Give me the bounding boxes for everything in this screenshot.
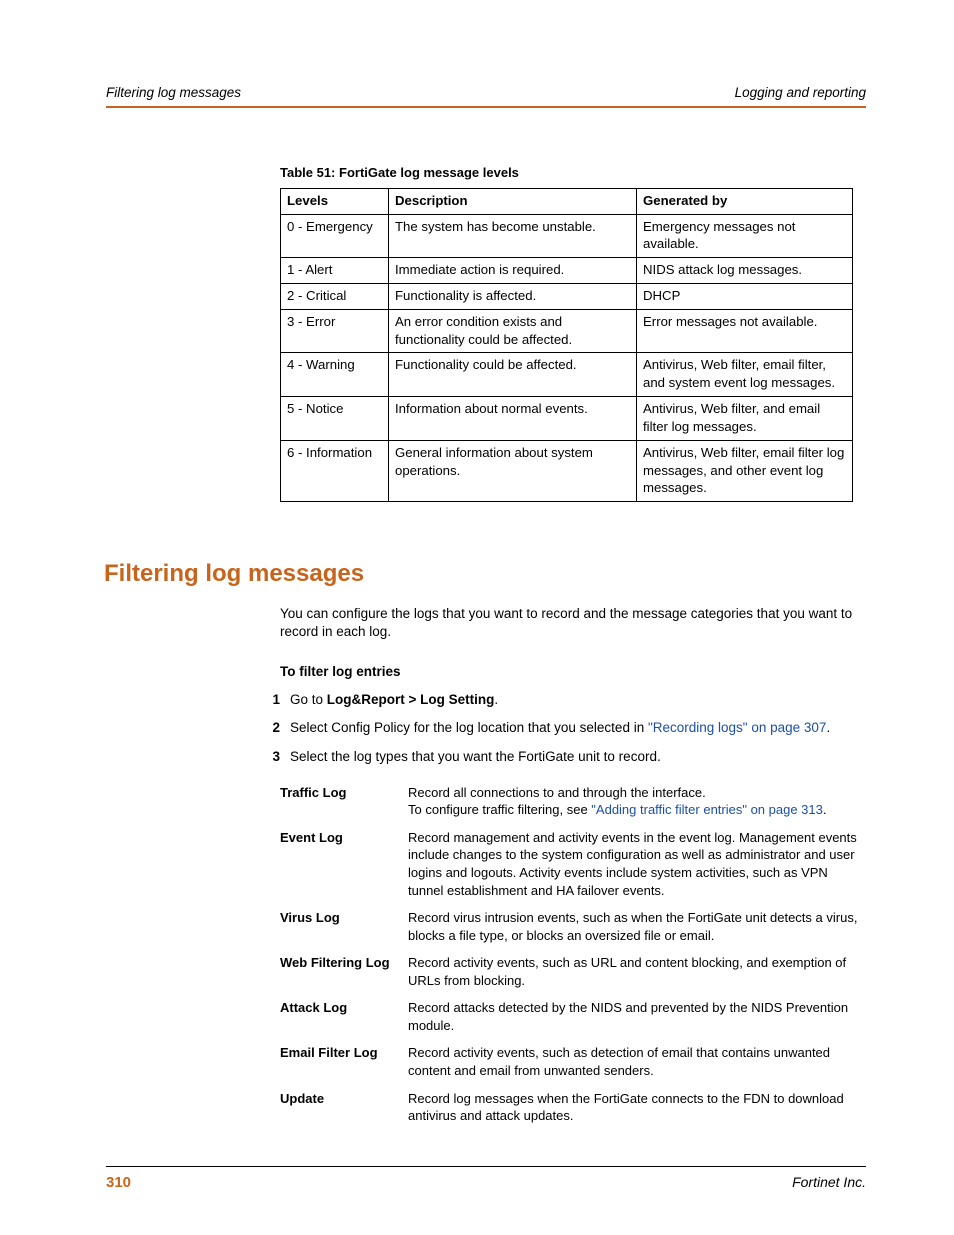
step-text: Select Config Policy for the log locatio…: [290, 719, 866, 737]
logtype-name: Attack Log: [280, 999, 408, 1034]
table-row: 6 - InformationGeneral information about…: [281, 440, 853, 501]
table-row: 2 - CriticalFunctionality is affected.DH…: [281, 284, 853, 310]
col-description: Description: [389, 188, 637, 214]
table-row: 5 - NoticeInformation about normal event…: [281, 397, 853, 441]
step-3: 3 Select the log types that you want the…: [254, 748, 866, 766]
page-footer: 310 Fortinet Inc.: [106, 1166, 866, 1193]
logtype-desc: Record virus intrusion events, such as w…: [408, 909, 866, 944]
logtype-row: Email Filter Log Record activity events,…: [280, 1044, 866, 1079]
logtype-desc: Record activity events, such as URL and …: [408, 954, 866, 989]
step-number: 1: [254, 691, 290, 709]
running-header: Filtering log messages Logging and repor…: [106, 84, 866, 108]
page: Filtering log messages Logging and repor…: [0, 0, 954, 1235]
step-number: 2: [254, 719, 290, 737]
step-2: 2 Select Config Policy for the log locat…: [254, 719, 866, 737]
logtype-name: Update: [280, 1090, 408, 1125]
header-left: Filtering log messages: [106, 84, 241, 102]
cross-ref-link[interactable]: "Recording logs" on page 307: [648, 720, 826, 735]
logtype-desc: Record all connections to and through th…: [408, 784, 866, 819]
table-row: 0 - EmergencyThe system has become unsta…: [281, 214, 853, 258]
table-section: Table 51: FortiGate log message levels L…: [280, 164, 866, 502]
logtype-row: Traffic Log Record all connections to an…: [280, 784, 866, 819]
col-generated-by: Generated by: [637, 188, 853, 214]
logtype-row: Virus Log Record virus intrusion events,…: [280, 909, 866, 944]
logtype-row: Update Record log messages when the Fort…: [280, 1090, 866, 1125]
company-name: Fortinet Inc.: [792, 1173, 866, 1193]
header-right: Logging and reporting: [735, 84, 866, 102]
logtype-desc: Record log messages when the FortiGate c…: [408, 1090, 866, 1125]
table-row: 4 - WarningFunctionality could be affect…: [281, 353, 853, 397]
table-header-row: Levels Description Generated by: [281, 188, 853, 214]
table-row: 3 - ErrorAn error condition exists and f…: [281, 309, 853, 353]
intro-paragraph: You can configure the logs that you want…: [280, 605, 866, 641]
step-text: Go to Log&Report > Log Setting.: [290, 691, 866, 709]
page-number: 310: [106, 1173, 131, 1193]
menu-path: Log&Report > Log Setting: [327, 692, 495, 707]
step-1: 1 Go to Log&Report > Log Setting.: [254, 691, 866, 709]
logtype-name: Web Filtering Log: [280, 954, 408, 989]
logtype-desc: Record attacks detected by the NIDS and …: [408, 999, 866, 1034]
col-levels: Levels: [281, 188, 389, 214]
logtype-row: Web Filtering Log Record activity events…: [280, 954, 866, 989]
step-number: 3: [254, 748, 290, 766]
procedure-heading: To filter log entries: [280, 663, 866, 681]
section-heading: Filtering log messages: [104, 558, 866, 590]
logtype-name: Email Filter Log: [280, 1044, 408, 1079]
logtype-name: Traffic Log: [280, 784, 408, 819]
logtype-row: Attack Log Record attacks detected by th…: [280, 999, 866, 1034]
table-row: 1 - AlertImmediate action is required.NI…: [281, 258, 853, 284]
logtype-name: Virus Log: [280, 909, 408, 944]
logtype-desc: Record management and activity events in…: [408, 829, 866, 899]
logtype-desc: Record activity events, such as detectio…: [408, 1044, 866, 1079]
log-levels-table: Levels Description Generated by 0 - Emer…: [280, 188, 853, 502]
table-body: 0 - EmergencyThe system has become unsta…: [281, 214, 853, 502]
cross-ref-link[interactable]: "Adding traffic filter entries" on page …: [591, 802, 823, 817]
logtype-name: Event Log: [280, 829, 408, 899]
step-text: Select the log types that you want the F…: [290, 748, 866, 766]
table-caption: Table 51: FortiGate log message levels: [280, 164, 866, 182]
logtype-row: Event Log Record management and activity…: [280, 829, 866, 899]
